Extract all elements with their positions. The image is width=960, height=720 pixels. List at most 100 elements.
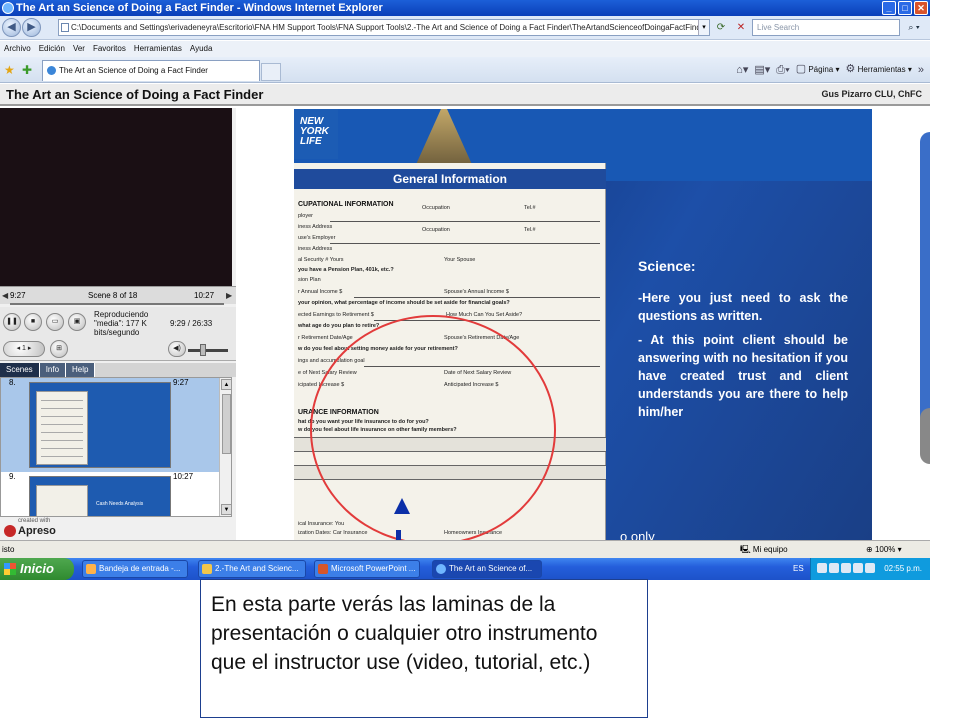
scrub-track[interactable] (10, 303, 224, 305)
menu-ver[interactable]: Ver (69, 41, 89, 57)
menu-favoritos[interactable]: Favoritos (89, 41, 130, 57)
favorites-star-icon[interactable]: ★ (4, 63, 15, 77)
form-title: General Information (294, 169, 606, 189)
window-titlebar: The Art an Science of Doing a Fact Finde… (0, 0, 930, 16)
tab-row: ★ ✚ The Art an Science of Doing a Fact F… (0, 57, 930, 83)
menu-edicion[interactable]: Edición (35, 41, 69, 57)
fullscreen-button[interactable]: ▣ (68, 313, 86, 331)
menu-archivo[interactable]: Archivo (0, 41, 35, 57)
back-button[interactable]: ◀ (2, 18, 21, 37)
slide-viewer: NEW YORK LIFE General Information CUPATI… (294, 109, 872, 540)
zoom-icon: ⊕ (866, 545, 873, 554)
language-indicator[interactable]: ES (793, 558, 804, 580)
close-button[interactable]: ✕ (914, 1, 928, 15)
home-icon[interactable]: ⌂▾ (736, 63, 748, 77)
page-menu-label: Página (808, 65, 834, 74)
task-inbox[interactable]: Bandeja de entrada -... (82, 560, 188, 578)
zoom-level[interactable]: ⊕ 100% ▾ (866, 541, 902, 558)
zoom-level-value: 100% (874, 545, 896, 554)
pause-button[interactable]: ❚❚ (3, 313, 21, 331)
scroll-up-icon[interactable]: ▲ (221, 379, 231, 390)
form-field: Occupation (422, 205, 450, 211)
tray-icon[interactable] (841, 563, 851, 573)
outlook-icon (86, 564, 96, 574)
page-menu[interactable]: ▢ Página ▾ (796, 62, 840, 77)
volume-slider[interactable] (188, 349, 228, 352)
address-bar[interactable]: C:\Documents and Settings\erivadeneyra\E… (58, 19, 710, 36)
task-powerpoint[interactable]: Microsoft PowerPoint ... (314, 560, 420, 578)
feeds-icon[interactable]: ▤▾ (754, 63, 770, 77)
tray-icons (817, 563, 875, 573)
stop-button[interactable]: ■ (24, 313, 42, 331)
print-icon[interactable]: ⎙▾ (776, 63, 789, 77)
slide-footer: o only (620, 529, 655, 540)
thumbnail-form (36, 391, 88, 465)
task-label: Microsoft PowerPoint ... (331, 564, 416, 573)
prev-next-button[interactable]: ◂ 1 ▸ (3, 341, 45, 357)
new-york-life-logo: NEW YORK LIFE (294, 109, 338, 159)
form-line: your opinion, what percentage of income … (298, 300, 510, 306)
stop-icon[interactable]: ✕ (734, 20, 748, 35)
add-favorites-icon[interactable]: ✚ (22, 63, 32, 77)
forward-button[interactable]: ▶ (22, 18, 41, 37)
scroll-down-icon[interactable]: ▼ (221, 504, 231, 515)
windows-flag-icon (4, 563, 16, 575)
presentation-header: The Art an Science of Doing a Fact Finde… (0, 84, 930, 106)
tray-icon[interactable] (865, 563, 875, 573)
form-line: what age do you plan to retire? (298, 323, 380, 329)
address-dropdown-icon[interactable]: ▾ (698, 20, 709, 35)
scroll-thumb[interactable] (222, 394, 231, 454)
form-field: Occupation (422, 227, 450, 233)
tab-info[interactable]: Info (39, 363, 67, 377)
layout-button[interactable]: ⊞ (50, 340, 68, 358)
address-url: C:\Documents and Settings\erivadeneyra\E… (71, 23, 706, 32)
tab-label: The Art an Science of Doing a Fact Finde… (59, 66, 208, 75)
prev-scene-icon[interactable]: ◀ (2, 287, 8, 305)
search-icon[interactable]: ⌕ ▾ (902, 19, 926, 36)
refresh-icon[interactable]: ⟳ (714, 20, 728, 35)
scene-thumbnail (29, 382, 171, 468)
volume-knob[interactable] (200, 344, 206, 356)
video-area[interactable] (0, 108, 232, 286)
tab-scenes[interactable]: Scenes (0, 363, 40, 377)
volume-icon[interactable]: ◀) (168, 341, 186, 357)
maximize-button[interactable]: □ (898, 1, 912, 15)
scene-item-9[interactable]: 9. 10:27 Cash Needs Analysis (1, 472, 219, 516)
tray-icon[interactable] (829, 563, 839, 573)
form-field: Your Spouse (444, 257, 476, 263)
ie-icon (436, 564, 446, 574)
address-row: ◀ ▶ C:\Documents and Settings\erivadeney… (0, 16, 930, 40)
minimize-button[interactable]: _ (882, 1, 896, 15)
start-button[interactable]: Inicio (0, 558, 74, 580)
scene-scrubber[interactable]: ◀ 9:27 Scene 8 of 18 10:27 ▶ (0, 286, 236, 304)
scene-item-8[interactable]: 8. 9:27 (1, 378, 219, 472)
ie-icon (2, 2, 14, 14)
task-folder[interactable]: 2.-The Art and Scienc... (198, 560, 306, 578)
new-tab-button[interactable] (261, 63, 281, 81)
form-line: ployer (298, 213, 313, 219)
status-text: isto (2, 545, 15, 554)
apreso-logo: created with Apreso (4, 518, 56, 538)
start-label: Inicio (20, 561, 54, 576)
tools-menu[interactable]: ⚙ Herramientas ▾ (846, 62, 912, 77)
thumbnail-title: Cash Needs Analysis (96, 501, 144, 507)
slide-point: - At this point client should be answeri… (638, 333, 848, 419)
presentation-title: The Art an Science of Doing a Fact Finde… (6, 87, 264, 102)
form-rule (354, 297, 600, 298)
tray-icon[interactable] (853, 563, 863, 573)
menu-ayuda[interactable]: Ayuda (186, 41, 217, 57)
next-scene-icon[interactable]: ▶ (226, 287, 232, 305)
search-input[interactable]: Live Search (752, 19, 900, 36)
slide-point: -Here you just need to ask the questions… (638, 291, 848, 323)
captions-button[interactable]: ▭ (46, 313, 64, 331)
menu-herramientas[interactable]: Herramientas (130, 41, 186, 57)
scene-list-scrollbar[interactable]: ▲ ▼ (219, 378, 231, 516)
scene-list: 8. 9:27 9. 10:27 Cash Needs Analysis ▲ ▼ (0, 377, 232, 517)
tray-icon[interactable] (817, 563, 827, 573)
streaming-status: Reproduciendo "media": 177 K bits/segund… (94, 310, 149, 337)
tab-help[interactable]: Help (66, 363, 96, 377)
task-ie[interactable]: The Art an Science of... (432, 560, 542, 578)
page-menu-icon: ▢ (795, 63, 807, 75)
more-chevron-icon[interactable]: » (918, 63, 924, 77)
browser-tab[interactable]: The Art an Science of Doing a Fact Finde… (42, 60, 260, 81)
